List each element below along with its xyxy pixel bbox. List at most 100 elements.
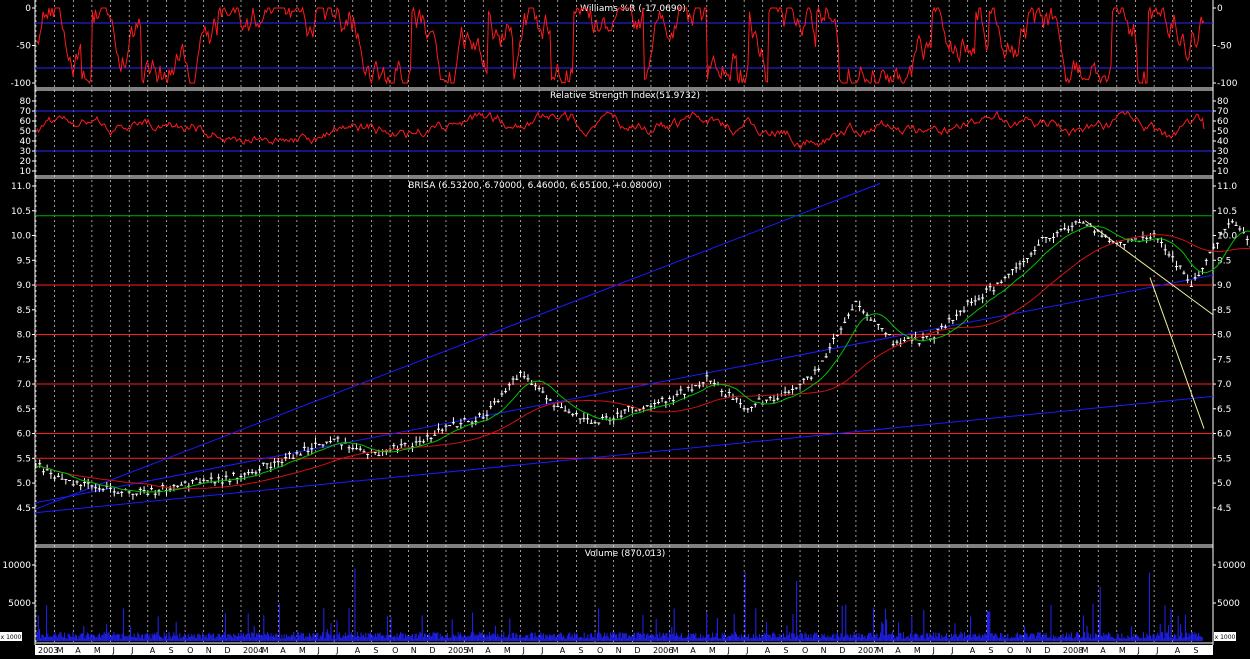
time-label: A [895,646,901,655]
time-label: M [504,646,511,655]
ytick-label: 5.0 [17,479,32,489]
time-label: M [709,646,716,655]
time-label: N [616,646,622,655]
ytick-label: 10.5 [11,207,31,217]
time-label: A [150,646,156,655]
ytick-label: 9.5 [17,256,31,266]
ytick-label: 40 [20,137,32,147]
ytick-label: 7.0 [1217,380,1232,390]
ytick-label: 9.0 [17,281,32,291]
time-label: D [839,646,845,655]
ytick-label: 8.5 [17,306,31,316]
time-label: O [802,646,808,655]
time-label: S [988,646,993,655]
time-label: A [485,646,491,655]
ytick-label: 10.0 [11,232,31,242]
ytick-label: 11.0 [11,182,31,192]
time-label: D [429,646,435,655]
ytick-label: 10 [20,167,32,177]
ytick-label: 8.5 [1217,306,1231,316]
volume-unit-left: x 1000 [1,634,22,641]
ytick-label: -50 [1217,42,1232,52]
time-label: M [57,646,64,655]
time-label: O [597,646,603,655]
ytick-label: 0 [1217,4,1223,14]
time-label: M [914,646,921,655]
ytick-label: 80 [20,97,32,107]
ytick-label: 4.5 [17,504,31,514]
ytick-label: 70 [20,107,32,117]
time-label: 2007 [858,646,878,655]
time-label: J [950,646,953,655]
time-label: A [970,646,976,655]
ytick-label: -100 [11,79,32,89]
time-label: J [745,646,748,655]
time-label: S [578,646,583,655]
time-label: A [560,646,566,655]
time-label: J [540,646,543,655]
time-label: O [392,646,398,655]
ytick-label: -100 [1217,79,1238,89]
time-label: A [1100,646,1106,655]
time-label: N [821,646,827,655]
ytick-label: 7.5 [17,355,31,365]
ytick-label: 5000 [1217,599,1240,609]
ytick-label: 9.5 [1217,256,1231,266]
ytick-label: 50 [20,127,32,137]
ytick-label: 30 [20,147,32,157]
time-label: J [317,646,320,655]
ytick-label: 40 [1217,137,1229,147]
ytick-label: 5.5 [1217,454,1231,464]
time-label: A [355,646,361,655]
time-label: D [224,646,230,655]
time-label: J [335,646,338,655]
time-label: N [1026,646,1032,655]
ytick-label: 6.0 [1217,430,1232,440]
time-label: J [522,646,525,655]
time-label: 2004 [243,646,263,655]
time-label: J [112,646,115,655]
ytick-label: 5.0 [1217,479,1232,489]
ytick-label: 8.0 [1217,331,1232,341]
ytick-label: 60 [1217,117,1229,127]
ytick-label: 8.0 [17,331,32,341]
time-label: J [931,646,934,655]
time-label: A [280,646,286,655]
time-label: J [726,646,729,655]
time-label: M [1082,646,1089,655]
time-label: J [130,646,133,655]
ytick-label: 10 [1217,167,1229,177]
ytick-label: 20 [1217,157,1229,167]
time-label: M [262,646,269,655]
ytick-label: 50 [1217,127,1229,137]
ytick-label: 10000 [2,561,31,571]
time-label: M [299,646,306,655]
time-label: J [1155,646,1158,655]
volume-unit-right: x 1000 [1215,634,1236,641]
ytick-label: 60 [20,117,32,127]
time-label: O [1007,646,1013,655]
time-label: M [94,646,101,655]
time-label: A [765,646,771,655]
ytick-label: 0 [25,4,31,14]
time-label: S [373,646,378,655]
time-label: M [877,646,884,655]
price-title: BRISA (6.53200, 6.70000, 6.46000, 6.6510… [408,181,662,191]
time-label: M [467,646,474,655]
ytick-label: 7.0 [17,380,32,390]
time-label: 2006 [653,646,673,655]
ytick-label: 10000 [1217,561,1246,571]
ytick-label: 6.5 [17,405,31,415]
time-label: M [1119,646,1126,655]
time-label: J [1136,646,1139,655]
time-label: S [783,646,788,655]
time-label: D [1044,646,1050,655]
ytick-label: 6.0 [17,430,32,440]
time-label: A [1175,646,1181,655]
volume-title: Volume (870,013) [585,549,666,559]
ytick-label: 5000 [8,599,31,609]
time-label: A [75,646,81,655]
time-label: A [690,646,696,655]
time-label: 2008 [1063,646,1083,655]
time-label: 2003 [38,646,58,655]
